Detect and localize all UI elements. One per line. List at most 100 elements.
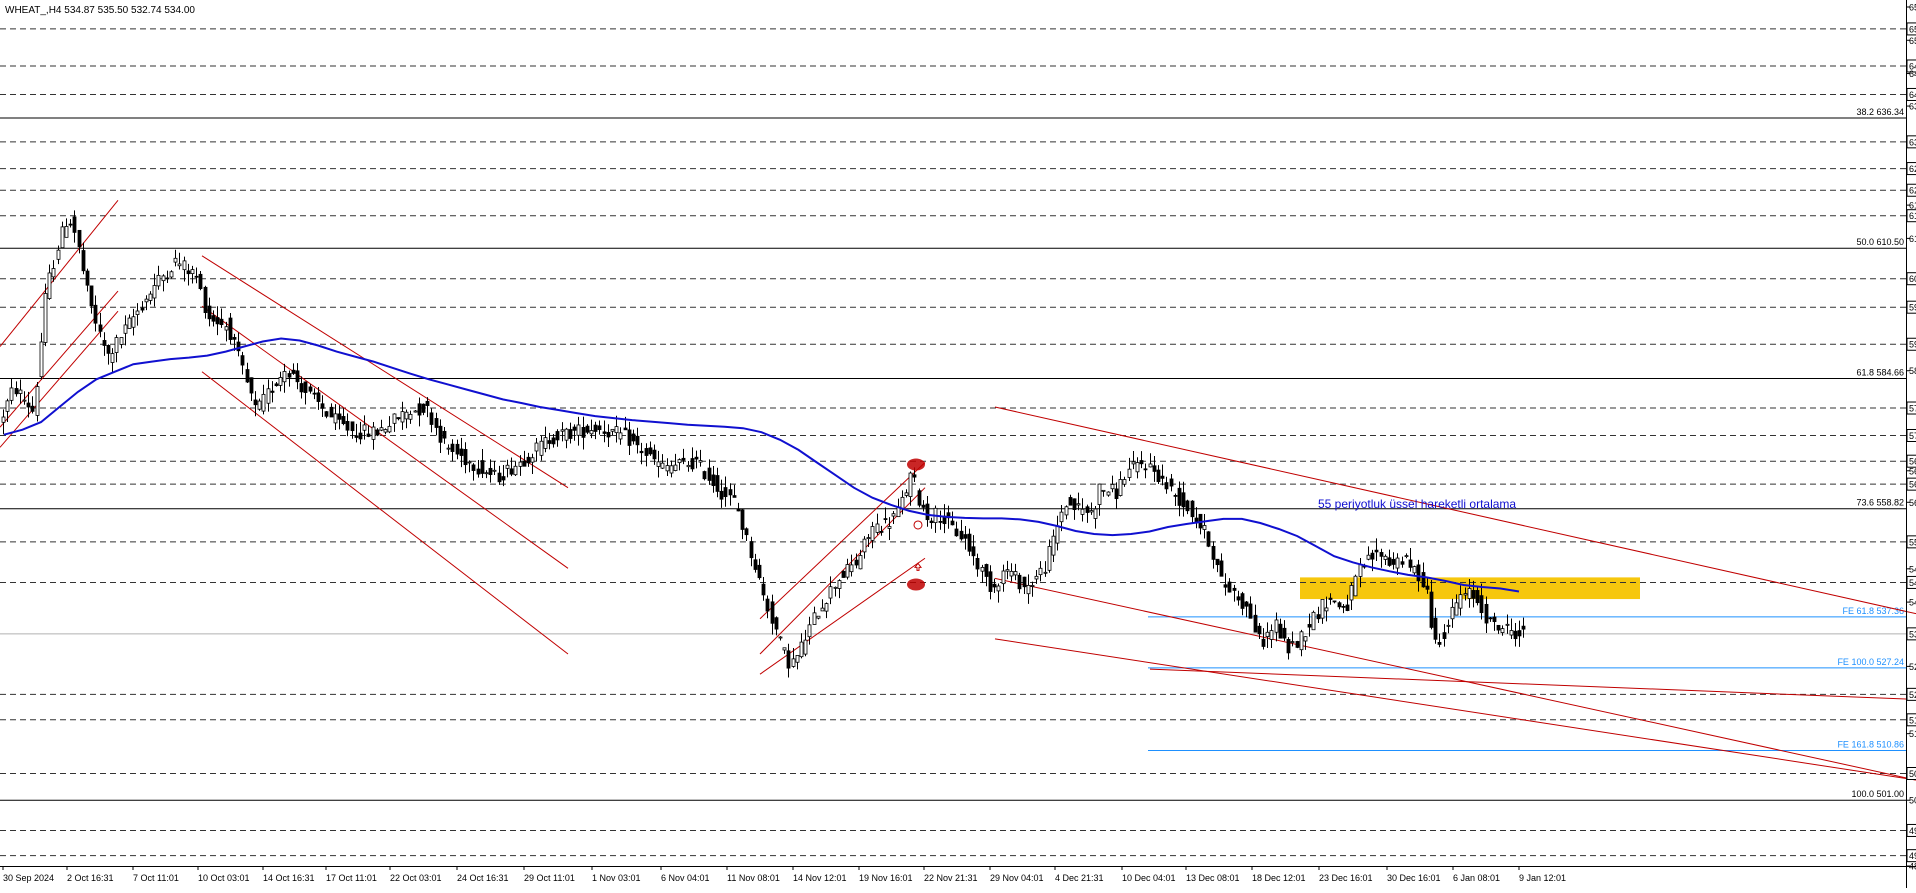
candle-body-262 [1101,489,1106,492]
candle-body-59 [249,377,254,394]
candle-body-97 [408,413,413,420]
candle-body-361 [1517,630,1522,637]
candle-body-128 [539,440,544,456]
candle-body-79 [333,413,338,424]
candle-body-251 [1055,525,1060,544]
candle-body-310 [1303,636,1308,642]
fib-level-label-2: 61.8 584.66 [1856,367,1904,377]
candle-body-95 [400,411,405,423]
candle-body-268 [1127,468,1132,478]
x-tick-label-12: 14 Nov 12:01 [793,873,847,883]
candle-body-48 [203,286,208,314]
y-tick-label-16: 586.20 [1909,366,1916,376]
candle-body-42 [177,263,182,267]
candle-body-133 [560,429,565,432]
candle-body-185 [778,636,783,639]
candle-body-306 [1286,639,1291,654]
candle-body-81 [341,416,346,425]
candle-body-84 [354,435,359,438]
candle-body-347 [1458,594,1463,609]
candle-body-138 [581,427,586,438]
candle-body-314 [1320,598,1325,619]
x-tick-label-23: 9 Jan 12:01 [1519,873,1566,883]
candle-body-29 [123,324,128,334]
candle-body-63 [266,388,271,404]
candle-body-47 [198,273,203,290]
candle-body-155 [652,449,657,460]
candle-body-99 [417,403,422,416]
y-tick-label-9: 622.00 [1909,186,1916,196]
candle-body-21 [89,285,94,307]
candle-body-111 [467,461,472,464]
candle-body-357 [1500,628,1505,633]
candle-body-250 [1051,535,1056,556]
fib-level-label-3: 73.6 558.82 [1856,498,1904,508]
candle-body-183 [770,601,775,624]
candle-body-52 [219,318,224,326]
candle-body-181 [761,583,766,596]
candle-body-207 [870,526,875,541]
candle-body-334 [1404,555,1409,557]
candle-body-241 [1013,571,1018,576]
candle-body-336 [1412,566,1417,574]
candle-body-292 [1227,581,1232,593]
y-tick-label-7: 631.60 [1909,137,1916,147]
candle-54 [228,313,233,345]
candle-body-329 [1383,555,1388,560]
candle-body-86 [362,424,367,431]
candle-body-206 [866,537,871,539]
y-tick-label-22: 560.10 [1909,498,1916,508]
candle-body-205 [862,538,867,553]
x-tick-label-5: 17 Oct 11:01 [326,873,377,883]
candle-body-72 [303,381,308,393]
candle-body-131 [551,437,556,445]
y-tick-label-27: 534.00 [1909,629,1916,639]
chart: 38.2 636.34 50.0 610.50 61.8 584.66 73.6 55… [0,0,1916,888]
candle-body-136 [572,426,577,431]
candle-body-142 [597,425,602,431]
candle-body-168 [707,467,712,481]
candle-body-187 [786,650,791,669]
candle-body-37 [156,274,161,287]
x-tick-label-0: 30 Sep 2024 [3,873,54,883]
candle-body-293 [1232,587,1237,591]
ema-annotation: 55 periyotluk üssel hareketli ortalama [1318,497,1516,511]
candle-body-100 [421,403,426,413]
candle-body-160 [673,464,678,471]
candle-body-240 [1009,570,1014,577]
candle-body-258 [1085,506,1090,513]
candle-body-140 [589,430,594,435]
x-tick-label-17: 10 Dec 04:01 [1122,873,1176,883]
x-tick-label-1: 2 Oct 16:31 [67,873,114,883]
candle-body-141 [593,424,598,432]
candle-body-78 [329,406,334,418]
candle-body-303 [1274,619,1279,633]
candle-body-110 [463,449,468,466]
candle-body-195 [820,607,825,612]
candle-body-22 [93,304,98,324]
candle-body-70 [295,370,300,383]
candle-body-307 [1290,641,1295,643]
candle-body-6 [26,402,31,408]
candle-167 [702,470,707,481]
candle-body-193 [812,612,817,625]
candle-body-61 [257,400,262,410]
candle-body-26 [110,353,115,363]
candle-body-280 [1177,487,1182,506]
candle-body-54 [228,317,233,340]
chart-background [0,0,1916,888]
candle-body-34 [144,298,149,303]
candle-body-126 [530,457,535,463]
candle-body-265 [1114,488,1119,500]
candle-body-235 [988,571,993,592]
candle-body-159 [669,465,674,474]
candle-body-259 [1089,510,1094,513]
candle-body-147 [618,432,623,440]
candle-308 [1295,640,1300,649]
candle-body-89 [375,429,380,436]
candle-body-137 [576,424,581,436]
candle-body-340 [1429,591,1434,628]
y-tick-label-25: 544.20 [1909,578,1916,588]
candle-body-269 [1131,461,1136,465]
candle-body-77 [324,411,329,417]
